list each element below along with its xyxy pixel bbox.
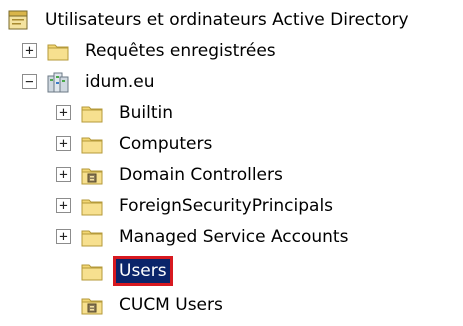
folder-icon xyxy=(80,225,104,249)
tree-item-computers[interactable]: + Computers xyxy=(56,128,215,159)
tree-item-foreign-security-principals[interactable]: + ForeignSecurityPrincipals xyxy=(56,190,336,221)
tree-item-saved-queries[interactable]: + Requêtes enregistrées xyxy=(22,35,279,66)
tree-item-label: Domain Controllers xyxy=(119,164,283,185)
tree-item-cucm-users[interactable]: CUCM Users xyxy=(56,289,226,320)
selected-tree-item-label[interactable]: Users xyxy=(113,255,173,286)
folder-icon xyxy=(80,194,104,218)
collapse-toggle[interactable]: − xyxy=(22,74,37,89)
tree-item-label: Managed Service Accounts xyxy=(119,226,349,247)
domain-icon xyxy=(46,70,70,94)
tree-root-label: Utilisateurs et ordinateurs Active Direc… xyxy=(45,9,409,30)
folder-icon xyxy=(80,132,104,156)
expand-toggle[interactable]: + xyxy=(56,105,71,120)
expand-toggle[interactable]: + xyxy=(56,229,71,244)
expand-toggle[interactable]: + xyxy=(56,167,71,182)
folder-icon xyxy=(46,39,70,63)
tree-item-label: CUCM Users xyxy=(119,294,223,315)
tree-item-label: Builtin xyxy=(119,102,174,123)
ad-console-icon xyxy=(6,8,30,32)
expand-toggle[interactable]: + xyxy=(22,43,37,58)
tree-item-managed-service-accounts[interactable]: + Managed Service Accounts xyxy=(56,221,351,252)
tree-item-label: Computers xyxy=(119,133,213,154)
tree-item-label: idum.eu xyxy=(85,71,155,92)
tree-item-domain-controllers[interactable]: + Domain Controllers xyxy=(56,159,286,190)
expand-toggle[interactable]: + xyxy=(56,136,71,151)
ad-tree-view[interactable]: Utilisateurs et ordinateurs Active Direc… xyxy=(0,0,463,326)
tree-item-users[interactable]: Users xyxy=(56,255,173,286)
tree-root[interactable]: Utilisateurs et ordinateurs Active Direc… xyxy=(6,4,412,35)
ou-folder-icon xyxy=(80,163,104,187)
expand-toggle[interactable]: + xyxy=(56,198,71,213)
folder-icon xyxy=(80,259,104,283)
folder-icon xyxy=(80,101,104,125)
tree-item-domain[interactable]: − idum.eu xyxy=(22,66,158,97)
tree-item-label: ForeignSecurityPrincipals xyxy=(119,195,334,216)
tree-item-builtin[interactable]: + Builtin xyxy=(56,97,176,128)
ou-folder-icon xyxy=(80,293,104,317)
tree-item-label: Requêtes enregistrées xyxy=(85,40,276,61)
